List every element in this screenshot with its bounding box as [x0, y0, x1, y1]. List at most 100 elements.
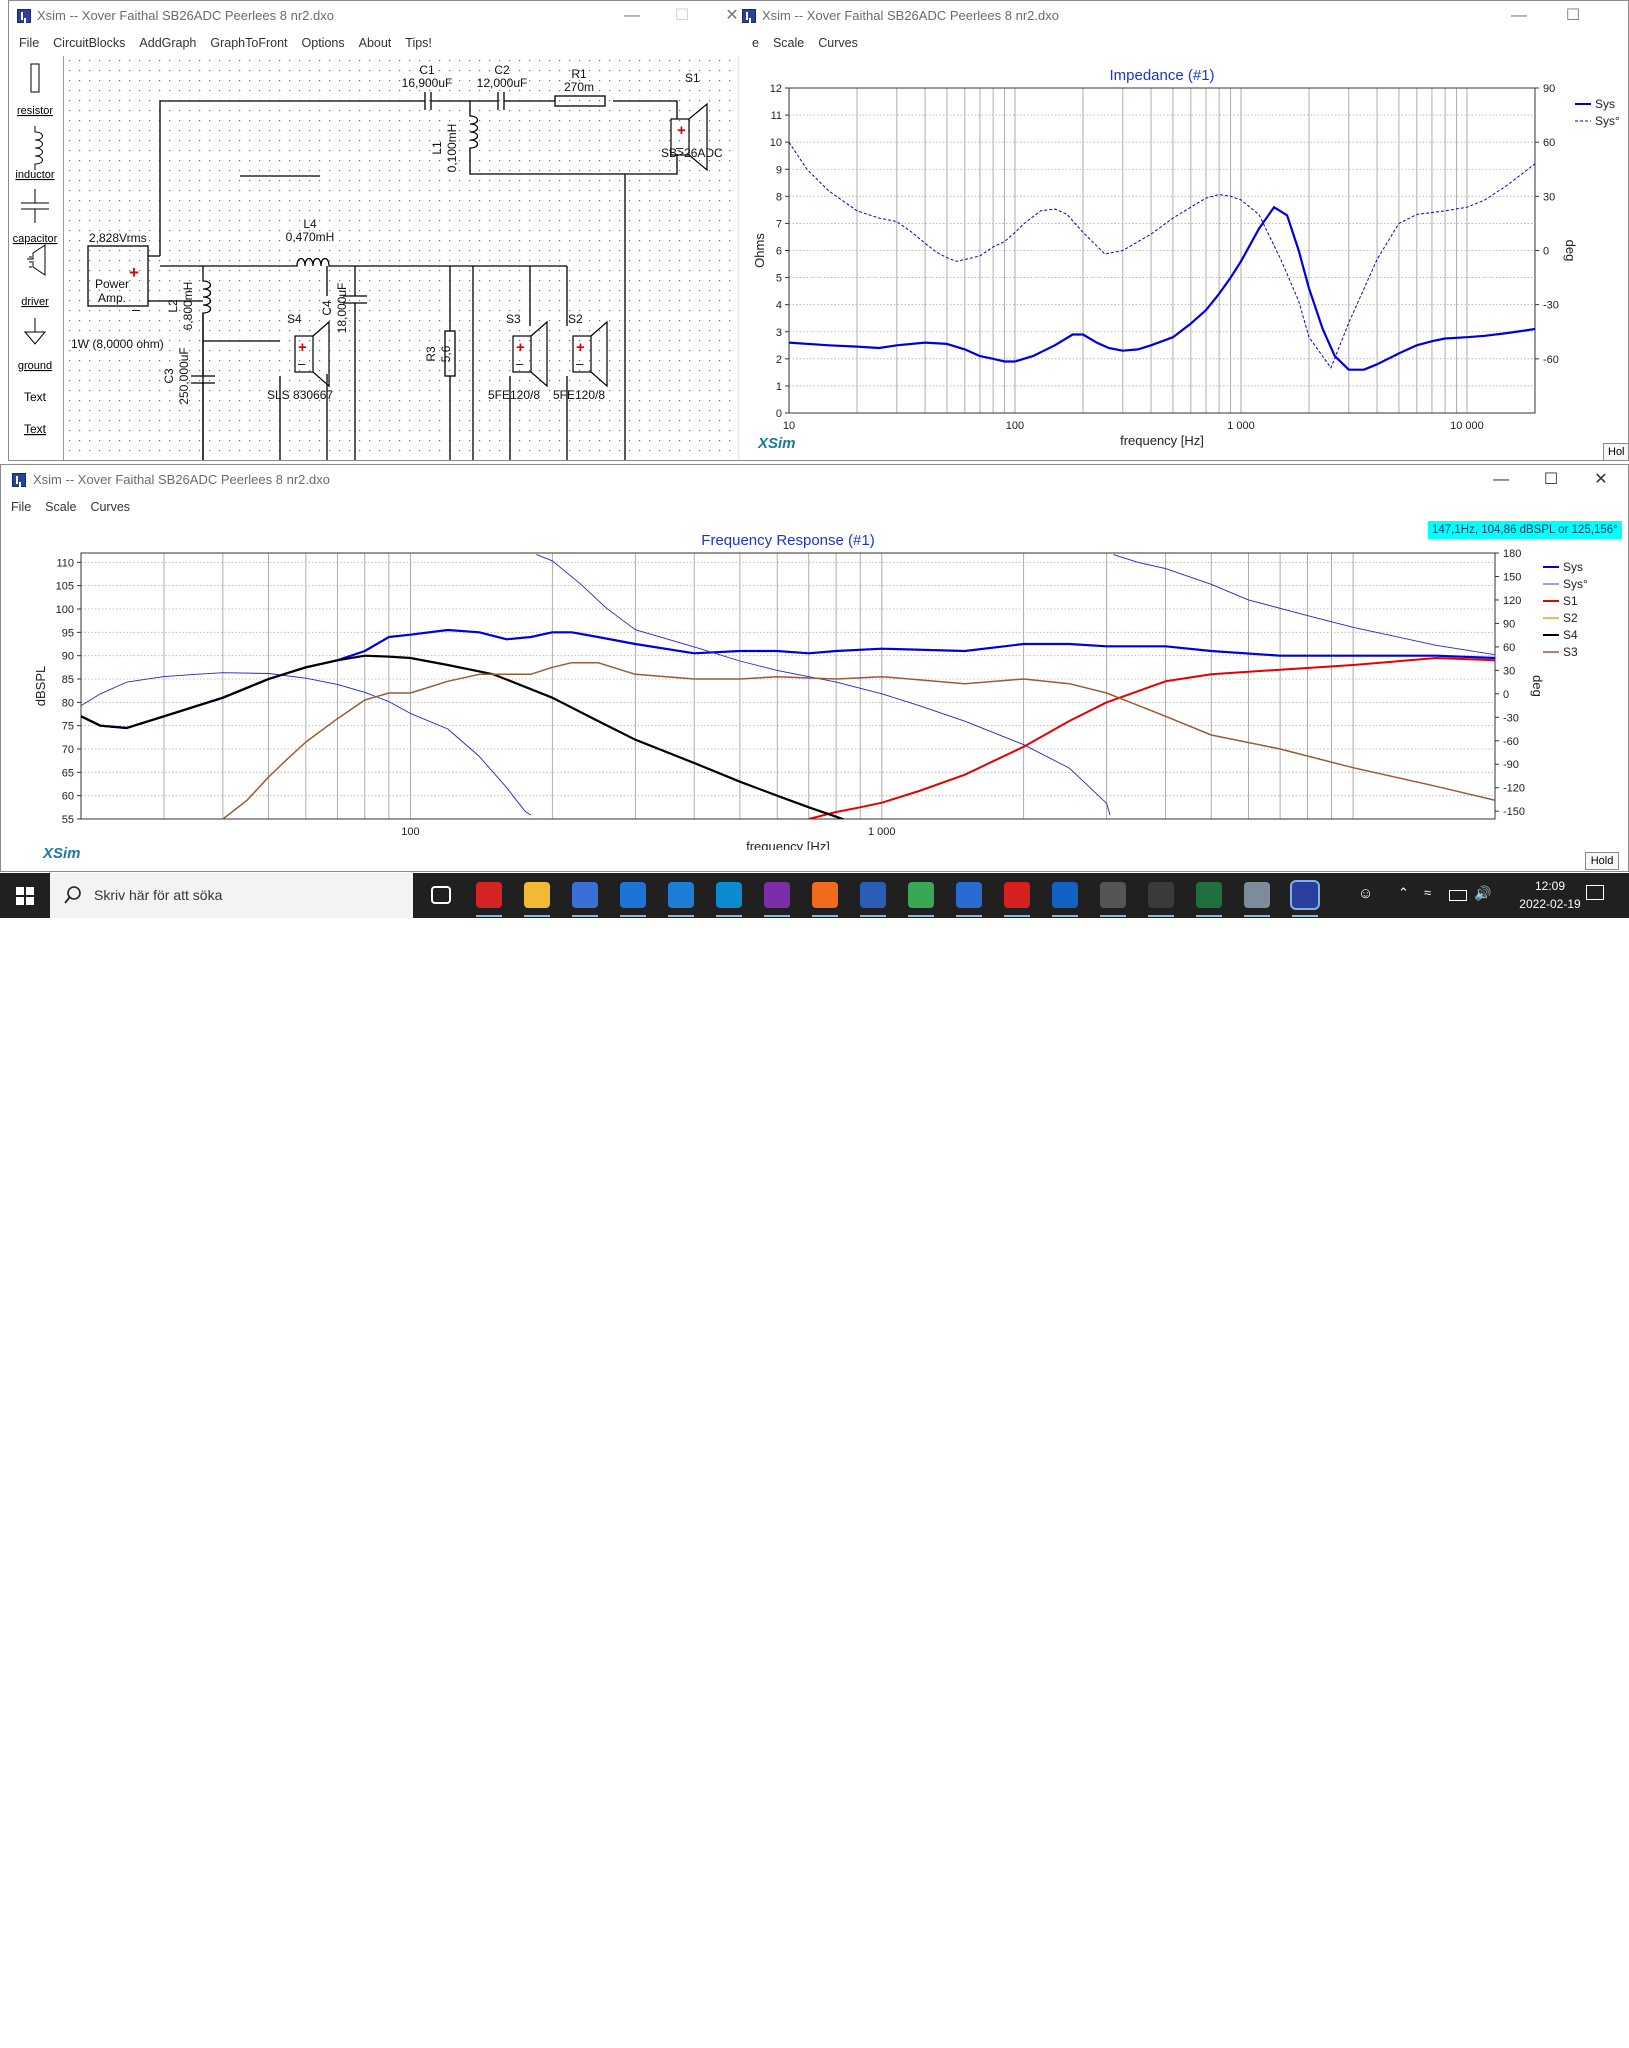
minimize-button[interactable]: —	[1496, 1, 1542, 31]
menu-curves[interactable]: Curves	[811, 32, 865, 54]
menu-addgraph[interactable]: AddGraph	[132, 32, 203, 54]
windows-start-icon[interactable]	[16, 887, 34, 905]
minimize-button[interactable]: —	[609, 1, 655, 31]
onenote-icon[interactable]	[764, 882, 790, 908]
mail-icon[interactable]	[620, 882, 646, 908]
tray-date[interactable]: 2022-02-19	[1500, 897, 1600, 911]
tray-time[interactable]: 12:09	[1519, 879, 1581, 893]
response-hold-button[interactable]: Hold	[1585, 852, 1619, 870]
taskbar-search-box[interactable]: Skriv här för att söka	[50, 873, 413, 918]
running-indicator	[1100, 915, 1126, 917]
series-line-s4	[81, 654, 846, 819]
palette-ground[interactable]: ground	[18, 360, 52, 372]
tray-volume-icon[interactable]: 🔊	[1474, 885, 1491, 902]
rew-icon[interactable]	[1196, 882, 1222, 908]
amp-minus-icon: –	[132, 301, 140, 317]
circuit-titlebar[interactable]: Xsim -- Xover Faithal SB26ADC Peerlees 8…	[9, 1, 755, 31]
s4-name: S4	[287, 312, 302, 326]
s3-model: 5FE120/8	[488, 388, 540, 402]
y-tick-label: 90	[62, 651, 74, 663]
menu-options[interactable]: Options	[295, 32, 352, 54]
running-indicator	[620, 915, 646, 917]
cursor-readout: 147,1Hz, 104,86 dBSPL or 125,156°	[1428, 521, 1622, 539]
notifications-icon[interactable]	[1586, 885, 1604, 900]
frequency-response-chart[interactable]: Frequency Response (#1) 55 60 65 70 75 80 85 90 9…	[1, 520, 1629, 850]
menu-file-partial[interactable]: e	[740, 32, 766, 54]
impedance-hold-button[interactable]: Hol	[1603, 443, 1628, 460]
palette-resistor[interactable]: resistor	[17, 105, 53, 117]
edge-icon[interactable]	[668, 882, 694, 908]
palette-text-2[interactable]: Text	[24, 422, 47, 436]
running-indicator	[1052, 915, 1078, 917]
menu-curves[interactable]: Curves	[83, 496, 137, 518]
maximize-button[interactable]: ☐	[1528, 465, 1574, 495]
dial-icon[interactable]	[1148, 882, 1174, 908]
svg-text:–: –	[576, 356, 584, 371]
svg-text:+: +	[516, 339, 525, 356]
palette-inductor[interactable]: inductor	[15, 169, 54, 181]
amp-label-1: Power	[95, 277, 129, 291]
tray-chevron-up-icon[interactable]: ⌃	[1398, 885, 1409, 901]
palette-driver[interactable]: driver	[21, 296, 49, 308]
menu-scale[interactable]: Scale	[766, 32, 811, 54]
firefox-icon[interactable]	[812, 882, 838, 908]
red-app-icon[interactable]	[476, 882, 502, 908]
palette-text-1[interactable]: Text	[24, 390, 47, 404]
store-icon[interactable]	[572, 882, 598, 908]
menu-circuitblocks[interactable]: CircuitBlocks	[46, 32, 132, 54]
impedance-chart[interactable]: Impedance (#1)0123456789101112-60-300306…	[740, 56, 1629, 460]
y2-tick-label: 0	[1543, 246, 1549, 258]
word-icon[interactable]	[860, 882, 886, 908]
r1-name: R1	[571, 67, 587, 81]
component-palette: resistor inductor capacitor driver groun…	[13, 63, 58, 436]
palette-capacitor[interactable]: capacitor	[13, 233, 58, 245]
close-button[interactable]: ✕	[1578, 465, 1624, 495]
xsim-icon[interactable]	[1290, 880, 1320, 910]
menu-tips[interactable]: Tips!	[398, 32, 439, 54]
tray-people-icon[interactable]: ☺	[1358, 885, 1373, 902]
tray-wifi-icon[interactable]: ≈	[1424, 885, 1431, 900]
ground-icon[interactable]	[23, 318, 47, 345]
x-tick-label: 10	[783, 420, 795, 432]
task-view-icon[interactable]	[431, 886, 451, 904]
y-tick-label: 0	[776, 408, 782, 420]
x-tick-label: 100	[1006, 420, 1024, 432]
series-line-sys-phase	[789, 141, 1535, 369]
photos-icon[interactable]	[956, 882, 982, 908]
tray-battery-icon[interactable]	[1449, 890, 1467, 901]
xsim-app-icon	[12, 473, 26, 487]
inductor-icon[interactable]	[34, 126, 43, 170]
response-window: Xsim -- Xover Faithal SB26ADC Peerlees 8…	[0, 464, 1629, 872]
menu-scale[interactable]: Scale	[38, 496, 83, 518]
minimize-button[interactable]: —	[1478, 465, 1524, 495]
driver-icon[interactable]	[27, 244, 46, 276]
resistor-icon[interactable]	[30, 63, 40, 93]
acrobat-icon[interactable]	[1004, 882, 1030, 908]
response-titlebar[interactable]: Xsim -- Xover Faithal SB26ADC Peerlees 8…	[1, 465, 1628, 495]
network-tool-icon[interactable]	[1244, 882, 1270, 908]
outlook-icon[interactable]	[1052, 882, 1078, 908]
y-tick-label: 8	[776, 191, 782, 203]
impedance-window-title: Xsim -- Xover Faithal SB26ADC Peerlees 8…	[762, 8, 1059, 23]
menu-about[interactable]: About	[352, 32, 399, 54]
file-explorer-icon[interactable]	[524, 882, 550, 908]
circuit-window-title: Xsim -- Xover Faithal SB26ADC Peerlees 8…	[37, 8, 334, 23]
chrome-icon[interactable]	[908, 882, 934, 908]
calculator-icon[interactable]	[1100, 882, 1126, 908]
l1-value: 0,100mH	[445, 124, 459, 173]
lync-icon[interactable]	[716, 882, 742, 908]
schematic-canvas[interactable]: + – + – + – + – + – C1 16,900uF C2 12,00…	[65, 56, 737, 460]
menu-graphtofront[interactable]: GraphToFront	[203, 32, 294, 54]
capacitor-icon[interactable]	[21, 189, 49, 223]
menu-file[interactable]: File	[1, 496, 38, 518]
maximize-button[interactable]: ☐	[1550, 1, 1596, 31]
y-tick-label: 55	[62, 814, 74, 826]
maximize-button[interactable]: ☐	[659, 1, 705, 31]
impedance-titlebar[interactable]: Xsim -- Xover Faithal SB26ADC Peerlees 8…	[740, 1, 1628, 31]
y-tick-label: 11	[771, 110, 782, 122]
impedance-window: Xsim -- Xover Faithal SB26ADC Peerlees 8…	[740, 0, 1629, 461]
menu-file[interactable]: File	[9, 32, 46, 54]
r3-name: R3	[424, 346, 438, 362]
y2-tick-label: 90	[1543, 83, 1555, 95]
c4-value: 18,000uF	[335, 283, 349, 334]
